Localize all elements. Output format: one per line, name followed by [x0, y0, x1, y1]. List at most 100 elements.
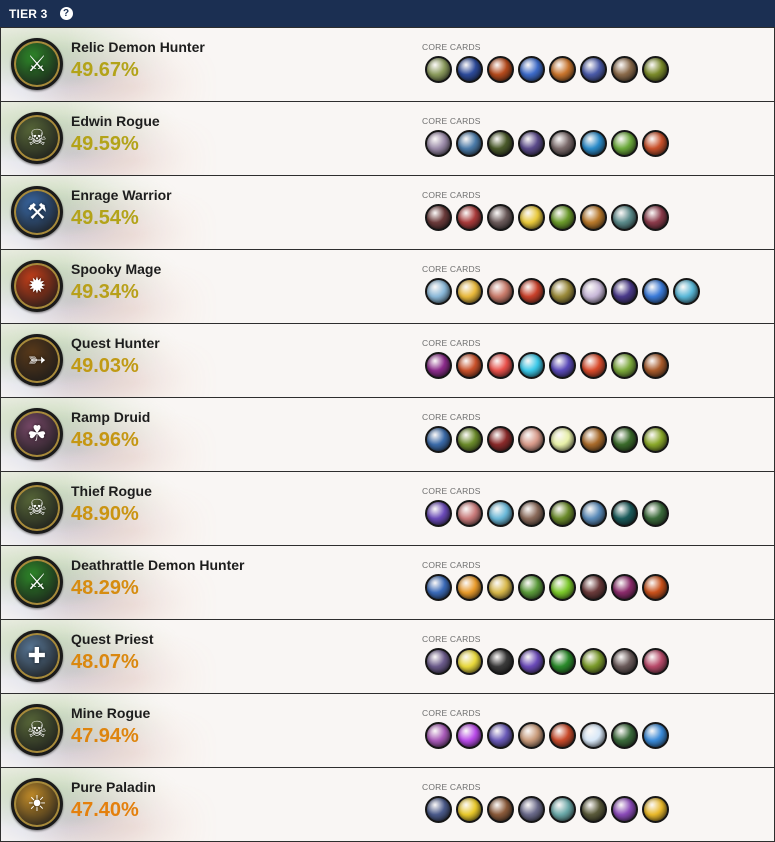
core-card-icon[interactable] — [456, 500, 483, 527]
deck-name[interactable]: Spooky Mage — [71, 261, 161, 277]
core-card-icon[interactable] — [425, 722, 452, 749]
core-card-icon[interactable] — [549, 352, 576, 379]
deck-name[interactable]: Thief Rogue — [71, 483, 152, 499]
core-card-icon[interactable] — [425, 278, 452, 305]
core-card-icon[interactable] — [549, 130, 576, 157]
core-card-icon[interactable] — [580, 500, 607, 527]
core-card-icon[interactable] — [580, 648, 607, 675]
deck-row[interactable]: ☠ Edwin Rogue 49.59% CORE CARDS — [0, 102, 775, 176]
core-card-icon[interactable] — [549, 426, 576, 453]
deck-row[interactable]: ⚔ Deathrattle Demon Hunter 48.29% CORE CARD… — [0, 546, 775, 620]
core-card-icon[interactable] — [456, 574, 483, 601]
core-card-icon[interactable] — [487, 204, 514, 231]
core-card-icon[interactable] — [456, 648, 483, 675]
core-card-icon[interactable] — [642, 574, 669, 601]
core-card-icon[interactable] — [642, 500, 669, 527]
deck-name[interactable]: Edwin Rogue — [71, 113, 160, 129]
deck-row[interactable]: ✹ Spooky Mage 49.34% CORE CARDS — [0, 250, 775, 324]
core-card-icon[interactable] — [549, 56, 576, 83]
core-card-icon[interactable] — [518, 426, 545, 453]
core-card-icon[interactable] — [642, 204, 669, 231]
core-card-icon[interactable] — [611, 574, 638, 601]
core-card-icon[interactable] — [456, 278, 483, 305]
core-card-icon[interactable] — [456, 204, 483, 231]
core-card-icon[interactable] — [549, 648, 576, 675]
core-card-icon[interactable] — [425, 574, 452, 601]
core-card-icon[interactable] — [425, 426, 452, 453]
core-card-icon[interactable] — [487, 56, 514, 83]
deck-row[interactable]: ⚔ Relic Demon Hunter 49.67% CORE CARDS — [0, 27, 775, 102]
core-card-icon[interactable] — [425, 130, 452, 157]
core-card-icon[interactable] — [580, 130, 607, 157]
core-card-icon[interactable] — [580, 722, 607, 749]
core-card-icon[interactable] — [487, 352, 514, 379]
core-card-icon[interactable] — [456, 796, 483, 823]
deck-row[interactable]: ✚ Quest Priest 48.07% CORE CARDS — [0, 620, 775, 694]
core-card-icon[interactable] — [580, 426, 607, 453]
deck-name[interactable]: Quest Priest — [71, 631, 153, 647]
core-card-icon[interactable] — [580, 574, 607, 601]
core-card-icon[interactable] — [425, 648, 452, 675]
core-card-icon[interactable] — [549, 796, 576, 823]
core-card-icon[interactable] — [611, 204, 638, 231]
core-card-icon[interactable] — [611, 130, 638, 157]
core-card-icon[interactable] — [487, 574, 514, 601]
deck-row[interactable]: ➳ Quest Hunter 49.03% CORE CARDS — [0, 324, 775, 398]
core-card-icon[interactable] — [487, 796, 514, 823]
core-card-icon[interactable] — [549, 204, 576, 231]
help-icon[interactable]: ? — [59, 7, 73, 20]
deck-name[interactable]: Ramp Druid — [71, 409, 150, 425]
core-card-icon[interactable] — [611, 722, 638, 749]
core-card-icon[interactable] — [456, 722, 483, 749]
core-card-icon[interactable] — [487, 130, 514, 157]
deck-row[interactable]: ☘ Ramp Druid 48.96% CORE CARDS — [0, 398, 775, 472]
core-card-icon[interactable] — [425, 204, 452, 231]
core-card-icon[interactable] — [425, 56, 452, 83]
core-card-icon[interactable] — [518, 500, 545, 527]
core-card-icon[interactable] — [580, 56, 607, 83]
core-card-icon[interactable] — [518, 574, 545, 601]
core-card-icon[interactable] — [518, 722, 545, 749]
deck-name[interactable]: Pure Paladin — [71, 779, 156, 795]
core-card-icon[interactable] — [642, 352, 669, 379]
deck-row[interactable]: ☀ Pure Paladin 47.40% CORE CARDS — [0, 768, 775, 842]
core-card-icon[interactable] — [549, 574, 576, 601]
core-card-icon[interactable] — [611, 56, 638, 83]
deck-name[interactable]: Deathrattle Demon Hunter — [71, 557, 244, 573]
core-card-icon[interactable] — [518, 278, 545, 305]
core-card-icon[interactable] — [673, 278, 700, 305]
core-card-icon[interactable] — [549, 278, 576, 305]
core-card-icon[interactable] — [487, 278, 514, 305]
core-card-icon[interactable] — [456, 56, 483, 83]
core-card-icon[interactable] — [642, 796, 669, 823]
core-card-icon[interactable] — [518, 130, 545, 157]
deck-row[interactable]: ☠ Thief Rogue 48.90% CORE CARDS — [0, 472, 775, 546]
core-card-icon[interactable] — [425, 500, 452, 527]
deck-name[interactable]: Relic Demon Hunter — [71, 39, 205, 55]
core-card-icon[interactable] — [580, 796, 607, 823]
core-card-icon[interactable] — [642, 722, 669, 749]
core-card-icon[interactable] — [518, 204, 545, 231]
core-card-icon[interactable] — [642, 278, 669, 305]
core-card-icon[interactable] — [611, 426, 638, 453]
core-card-icon[interactable] — [549, 500, 576, 527]
deck-name[interactable]: Enrage Warrior — [71, 187, 172, 203]
core-card-icon[interactable] — [487, 426, 514, 453]
core-card-icon[interactable] — [549, 722, 576, 749]
core-card-icon[interactable] — [642, 426, 669, 453]
core-card-icon[interactable] — [518, 648, 545, 675]
deck-row[interactable]: ⚒ Enrage Warrior 49.54% CORE CARDS — [0, 176, 775, 250]
core-card-icon[interactable] — [456, 352, 483, 379]
core-card-icon[interactable] — [642, 56, 669, 83]
deck-row[interactable]: ☠ Mine Rogue 47.94% CORE CARDS — [0, 694, 775, 768]
core-card-icon[interactable] — [580, 278, 607, 305]
core-card-icon[interactable] — [580, 352, 607, 379]
core-card-icon[interactable] — [611, 648, 638, 675]
core-card-icon[interactable] — [487, 648, 514, 675]
core-card-icon[interactable] — [642, 648, 669, 675]
deck-name[interactable]: Quest Hunter — [71, 335, 160, 351]
core-card-icon[interactable] — [518, 352, 545, 379]
core-card-icon[interactable] — [425, 796, 452, 823]
core-card-icon[interactable] — [456, 426, 483, 453]
core-card-icon[interactable] — [456, 130, 483, 157]
